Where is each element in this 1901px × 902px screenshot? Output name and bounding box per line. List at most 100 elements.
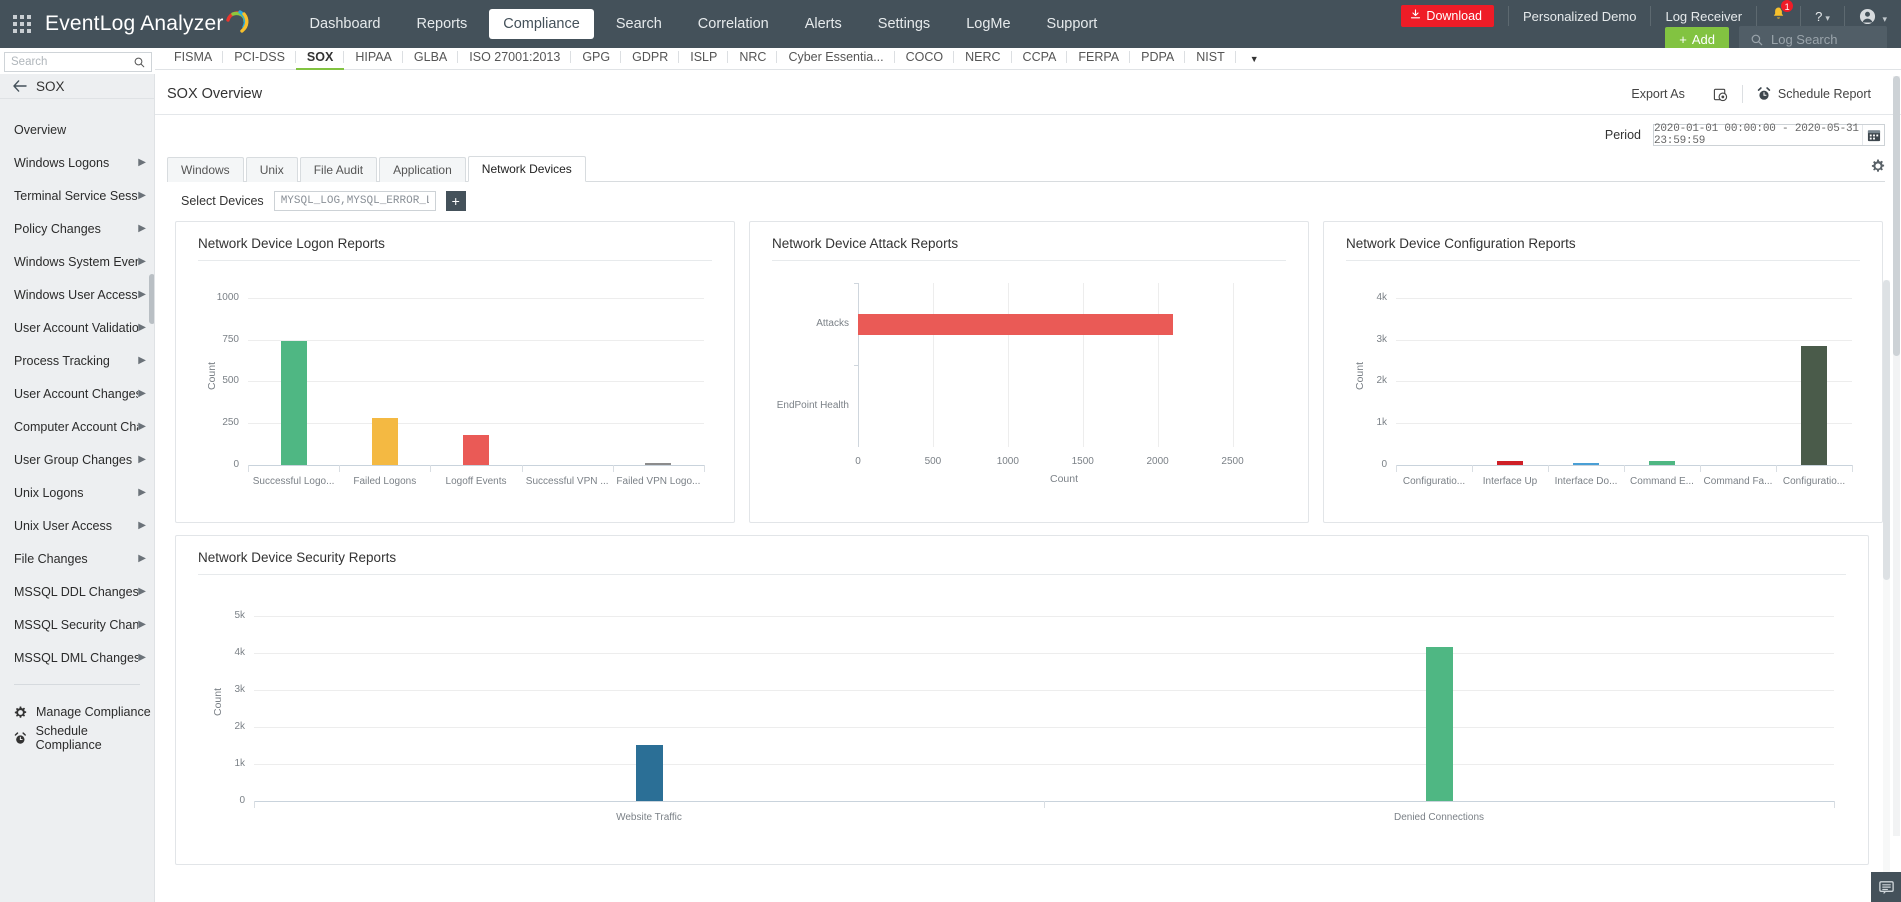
nav-item-support[interactable]: Support bbox=[1033, 9, 1112, 39]
bar[interactable] bbox=[1425, 647, 1453, 801]
tab-unix[interactable]: Unix bbox=[245, 157, 298, 182]
sidebar-item-computer-account-changes[interactable]: Computer Account Chang...▶ bbox=[0, 410, 154, 443]
sidebar-item-user-account-changes[interactable]: User Account Changes ▶ bbox=[0, 377, 154, 410]
chart-body-logon-reports: 0 250 500 750 1000 Count Successful Logo... Fai… bbox=[176, 261, 734, 509]
export-as-button[interactable]: Export As bbox=[1617, 87, 1699, 101]
sidebar-header[interactable]: SOX bbox=[0, 74, 154, 99]
compliance-tab-pdpa[interactable]: PDPA bbox=[1130, 47, 1186, 70]
bar[interactable] bbox=[1801, 345, 1827, 465]
sidebar-item-mssql-dml-changes[interactable]: MSSQL DML Changes ▶ bbox=[0, 641, 154, 674]
sidebar-item-windows-logons[interactable]: Windows Logons ▶ bbox=[0, 146, 154, 179]
sidebar-item-terminal-service-sessions[interactable]: Terminal Service Sessi... ▶ bbox=[0, 179, 154, 212]
period-picker[interactable]: 2020-01-01 00:00:00 - 2020-05-31 23:59:5… bbox=[1653, 123, 1885, 147]
user-account-button[interactable]: ▾ bbox=[1859, 8, 1887, 25]
y-axis-tick-label: 3k bbox=[1376, 333, 1387, 345]
axis-tick bbox=[854, 283, 859, 284]
help-button[interactable]: ? ▾ bbox=[1815, 9, 1830, 24]
bar[interactable] bbox=[645, 463, 672, 465]
bar[interactable] bbox=[1497, 461, 1523, 465]
nav-item-settings[interactable]: Settings bbox=[864, 9, 944, 39]
compliance-tab-cyber-essentials[interactable]: Cyber Essentia... bbox=[777, 47, 895, 70]
sidebar-item-windows-system-events[interactable]: Windows System Events ▶ bbox=[0, 245, 154, 278]
horizontal-bar-chart-attack-reports[interactable]: 0 500 1000 1500 2000 2500 Attacks EndPoint Heal… bbox=[750, 261, 1310, 509]
page-scrollbar[interactable] bbox=[1893, 76, 1900, 836]
bar[interactable] bbox=[280, 341, 307, 465]
y-axis-tick-label: 0 bbox=[239, 795, 245, 806]
content-inner-scrollbar[interactable] bbox=[1883, 280, 1890, 902]
calendar-icon[interactable] bbox=[1862, 125, 1884, 145]
compliance-tab-ferpa[interactable]: FERPA bbox=[1067, 47, 1130, 70]
compliance-tab-pci-dss[interactable]: PCI-DSS bbox=[223, 47, 296, 70]
notifications-button[interactable]: 1 bbox=[1771, 0, 1795, 27]
download-button[interactable]: Download bbox=[1401, 5, 1495, 27]
tab-application[interactable]: Application bbox=[379, 157, 466, 182]
bar[interactable] bbox=[1573, 463, 1599, 465]
category-separator bbox=[612, 465, 614, 472]
sidebar-item-user-group-changes[interactable]: User Group Changes ▶ bbox=[0, 443, 154, 476]
bar[interactable] bbox=[858, 313, 1173, 335]
schedule-compliance-link[interactable]: Schedule Compliance bbox=[14, 724, 154, 752]
log-receiver-link[interactable]: Log Receiver bbox=[1665, 9, 1742, 24]
compliance-tab-sox[interactable]: SOX bbox=[295, 47, 345, 70]
tab-file-audit[interactable]: File Audit bbox=[299, 157, 378, 182]
compliance-tab-gdpr[interactable]: GDPR bbox=[621, 47, 680, 70]
compliance-tab-fisma[interactable]: FISMA bbox=[163, 47, 224, 70]
apps-grid-icon[interactable] bbox=[13, 15, 31, 33]
compliance-tab-glba[interactable]: GLBA bbox=[403, 47, 459, 70]
compliance-tab-nerc[interactable]: NERC bbox=[954, 47, 1012, 70]
settings-gear-icon[interactable] bbox=[1871, 159, 1885, 178]
chevron-right-icon: ▶ bbox=[138, 619, 146, 630]
sidebar-item-process-tracking[interactable]: Process Tracking ▶ bbox=[0, 344, 154, 377]
compliance-tabs-more-icon[interactable]: ▼ bbox=[1236, 54, 1273, 64]
compliance-tab-nrc[interactable]: NRC bbox=[728, 47, 778, 70]
bar-chart-logon-reports[interactable]: 0 250 500 750 1000 Count Successful Logo... Fai… bbox=[176, 261, 736, 509]
bar-chart-configuration-reports[interactable]: 0 1k 2k 3k 4k Count Configuratio... Interface U… bbox=[1324, 261, 1884, 509]
compliance-tab-hipaa[interactable]: HIPAA bbox=[344, 47, 403, 70]
sidebar-item-user-account-validation[interactable]: User Account Validatio... ▶ bbox=[0, 311, 154, 344]
bar[interactable] bbox=[635, 745, 663, 801]
bar-chart-security-reports[interactable]: 0 1k 2k 3k 4k 5k Count Website Traffic Denied Co… bbox=[176, 575, 1870, 851]
compliance-tab-islp[interactable]: ISLP bbox=[679, 47, 729, 70]
chat-support-button[interactable] bbox=[1871, 872, 1901, 902]
sidebar-item-windows-user-access[interactable]: Windows User Access ▶ bbox=[0, 278, 154, 311]
add-device-button[interactable]: + bbox=[445, 191, 466, 211]
sidebar-item-overview[interactable]: Overview bbox=[0, 113, 154, 146]
sidebar-item-mssql-ddl-changes[interactable]: MSSQL DDL Changes ▶ bbox=[0, 575, 154, 608]
sidebar-search-input[interactable]: Search bbox=[4, 52, 152, 72]
y-axis-tick-label: 500 bbox=[222, 375, 239, 387]
bar[interactable] bbox=[463, 434, 489, 465]
schedule-report-button[interactable]: Schedule Report bbox=[1743, 87, 1885, 101]
nav-item-alerts[interactable]: Alerts bbox=[791, 9, 856, 39]
compliance-tab-ccpa[interactable]: CCPA bbox=[1012, 47, 1068, 70]
sidebar-item-unix-logons[interactable]: Unix Logons ▶ bbox=[0, 476, 154, 509]
manage-compliance-link[interactable]: Manage Compliance bbox=[14, 699, 154, 725]
compliance-tab-nist[interactable]: NIST bbox=[1185, 47, 1237, 70]
brand-logo[interactable]: EventLog Analyzer bbox=[45, 10, 250, 36]
nav-item-reports[interactable]: Reports bbox=[402, 9, 481, 39]
export-format-icon-button[interactable] bbox=[1699, 87, 1742, 102]
nav-item-correlation[interactable]: Correlation bbox=[684, 9, 783, 39]
select-devices-input[interactable]: MYSQL_LOG,MYSQL_ERROR_LOG... bbox=[273, 191, 436, 211]
compliance-tab-iso-27001[interactable]: ISO 27001:2013 bbox=[458, 47, 572, 70]
sidebar: SOX Overview Windows Logons ▶ Terminal Se… bbox=[0, 74, 155, 902]
sidebar-item-file-changes[interactable]: File Changes ▶ bbox=[0, 542, 154, 575]
bar[interactable] bbox=[1649, 461, 1675, 465]
nav-item-dashboard[interactable]: Dashboard bbox=[296, 9, 395, 39]
category-separator bbox=[1044, 801, 1045, 808]
nav-item-compliance[interactable]: Compliance bbox=[489, 9, 594, 39]
personalized-demo-link[interactable]: Personalized Demo bbox=[1523, 9, 1636, 24]
nav-item-logme[interactable]: LogMe bbox=[952, 9, 1024, 39]
sidebar-item-mssql-security-changes[interactable]: MSSQL Security Changes▶ bbox=[0, 608, 154, 641]
x-axis-tick-label: Configuratio... bbox=[1402, 476, 1466, 487]
tab-network-devices[interactable]: Network Devices bbox=[467, 156, 586, 182]
sidebar-search-placeholder: Search bbox=[11, 56, 48, 68]
tab-windows[interactable]: Windows bbox=[167, 157, 244, 182]
category-separator bbox=[1852, 465, 1853, 472]
compliance-tab-coco[interactable]: COCO bbox=[895, 47, 955, 70]
nav-item-search[interactable]: Search bbox=[602, 9, 676, 39]
sidebar-item-unix-user-access[interactable]: Unix User Access ▶ bbox=[0, 509, 154, 542]
sidebar-item-policy-changes[interactable]: Policy Changes ▶ bbox=[0, 212, 154, 245]
compliance-tab-gpg[interactable]: GPG bbox=[571, 47, 621, 70]
bar[interactable] bbox=[371, 417, 398, 465]
y-axis-tick-label: Attacks bbox=[816, 318, 849, 329]
